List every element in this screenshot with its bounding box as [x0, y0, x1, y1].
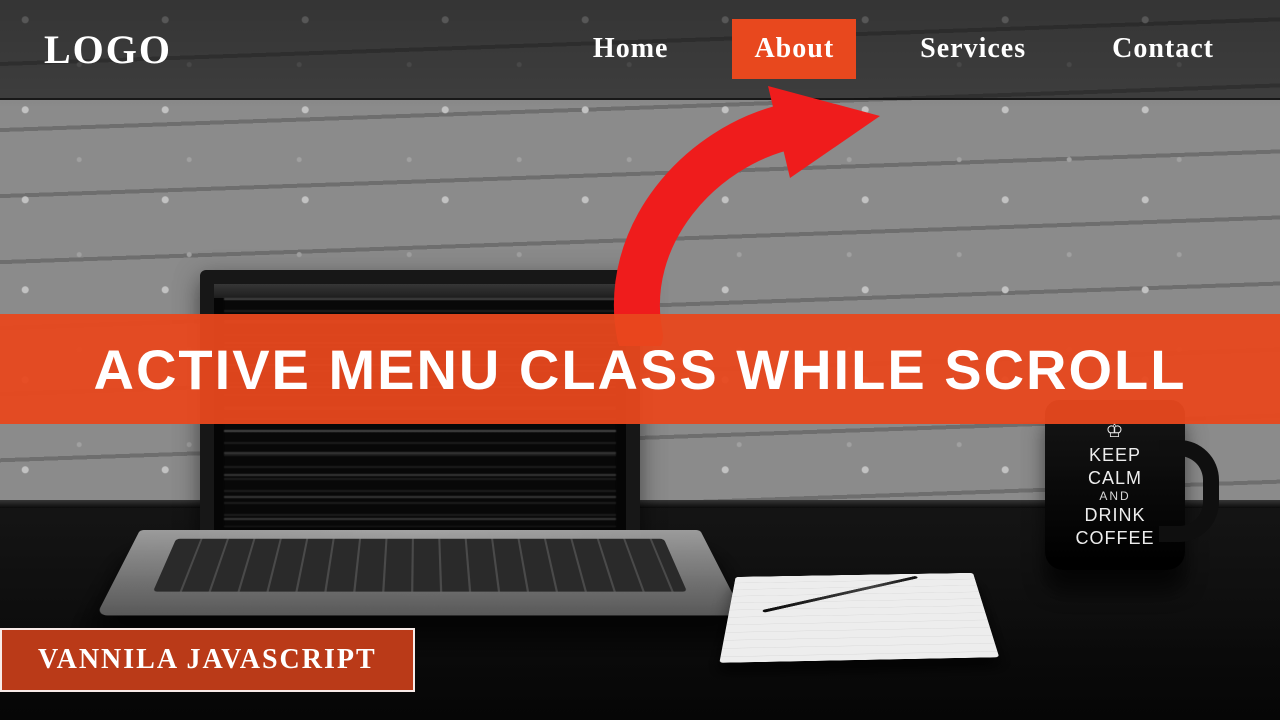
paper-notebook	[719, 573, 999, 663]
thumbnail-stage: ♔ KEEP CALM AND DRINK COFFEE LOGO Home A…	[0, 0, 1280, 720]
laptop-keyboard	[96, 530, 743, 615]
mug-line-and: AND	[1045, 489, 1185, 504]
mug-line-2: CALM	[1088, 468, 1142, 488]
mug-line-1: KEEP	[1089, 445, 1141, 465]
nav-about[interactable]: About	[732, 19, 856, 79]
nav-services[interactable]: Services	[898, 19, 1048, 79]
mug-line-3: DRINK	[1084, 505, 1145, 525]
mug-line-4: COFFEE	[1075, 528, 1154, 548]
nav-contact[interactable]: Contact	[1090, 19, 1236, 79]
mug-text: KEEP CALM AND DRINK COFFEE	[1045, 444, 1185, 549]
site-logo[interactable]: LOGO	[44, 26, 172, 73]
nav-home[interactable]: Home	[571, 19, 691, 79]
main-nav: Home About Services Contact	[571, 19, 1236, 79]
title-text: ACTIVE MENU CLASS WHILE SCROLL	[94, 337, 1187, 402]
subtitle-tag: VANNILA JAVASCRIPT	[0, 628, 415, 692]
site-header: LOGO Home About Services Contact	[0, 0, 1280, 100]
screen-titlebar	[214, 284, 626, 298]
title-banner: ACTIVE MENU CLASS WHILE SCROLL	[0, 314, 1280, 424]
coffee-mug: ♔ KEEP CALM AND DRINK COFFEE	[1045, 400, 1185, 570]
notebook-page	[719, 573, 999, 663]
subtitle-text: VANNILA JAVASCRIPT	[38, 644, 377, 676]
